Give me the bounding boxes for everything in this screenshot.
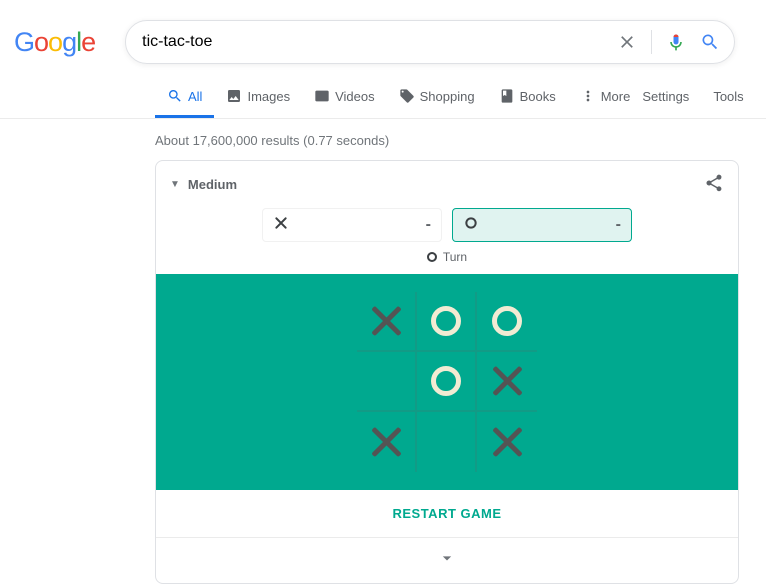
tab-shopping[interactable]: Shopping <box>387 74 487 118</box>
score-value: - <box>426 216 431 234</box>
game-board <box>357 292 537 472</box>
search-bar <box>125 20 735 64</box>
tictactoe-card: ▼ Medium - - Turn <box>155 160 739 584</box>
share-icon[interactable] <box>704 173 724 196</box>
tab-label: Shopping <box>420 89 475 104</box>
board-cell-1-2 <box>477 352 537 412</box>
player-x-score[interactable]: - <box>262 208 442 242</box>
difficulty-selector[interactable]: Medium <box>188 177 237 192</box>
more-icon <box>580 88 596 104</box>
o-mark <box>492 306 522 336</box>
x-mark <box>490 425 524 459</box>
tab-label: All <box>188 89 202 104</box>
game-board-wrap <box>156 274 738 490</box>
search-small-icon <box>167 88 183 104</box>
tools-link[interactable]: Tools <box>713 89 743 104</box>
video-icon <box>314 88 330 104</box>
x-mark-small <box>273 215 289 236</box>
search-tabs: All Images Videos Shopping Books More Se… <box>0 74 766 119</box>
chevron-down-icon: ▼ <box>170 179 180 190</box>
turn-label: Turn <box>443 250 467 264</box>
x-mark <box>369 425 403 459</box>
player-o-score[interactable]: - <box>452 208 632 242</box>
divider <box>651 30 652 54</box>
tab-label: Videos <box>335 89 375 104</box>
chevron-down-icon <box>437 548 457 568</box>
book-icon <box>499 88 515 104</box>
o-mark <box>431 366 461 396</box>
board-cell-0-1 <box>417 292 477 352</box>
expand-card[interactable] <box>156 538 738 583</box>
tag-icon <box>399 88 415 104</box>
result-stats: About 17,600,000 results (0.77 seconds) <box>155 133 740 148</box>
settings-link[interactable]: Settings <box>642 89 689 104</box>
clear-icon[interactable] <box>617 32 637 52</box>
board-cell-1-0[interactable] <box>357 352 417 412</box>
restart-button[interactable]: RESTART GAME <box>156 490 738 538</box>
board-cell-2-2 <box>477 412 537 472</box>
o-mark <box>431 306 461 336</box>
tab-books[interactable]: Books <box>487 74 568 118</box>
o-mark-tiny <box>427 252 437 262</box>
score-value: - <box>616 216 621 234</box>
turn-indicator: Turn <box>156 246 738 274</box>
mic-icon[interactable] <box>666 32 686 52</box>
search-input[interactable] <box>140 32 617 52</box>
tab-label: Books <box>520 89 556 104</box>
board-cell-1-1 <box>417 352 477 412</box>
tab-label: More <box>601 89 631 104</box>
tab-videos[interactable]: Videos <box>302 74 387 118</box>
image-icon <box>226 88 242 104</box>
x-mark <box>490 364 524 398</box>
board-cell-2-0 <box>357 412 417 472</box>
tab-all[interactable]: All <box>155 74 214 118</box>
o-mark-small <box>463 215 479 236</box>
board-cell-2-1[interactable] <box>417 412 477 472</box>
board-cell-0-2 <box>477 292 537 352</box>
google-logo[interactable]: Google <box>14 27 125 58</box>
search-icon[interactable] <box>700 32 720 52</box>
board-cell-0-0 <box>357 292 417 352</box>
tab-images[interactable]: Images <box>214 74 302 118</box>
tab-more[interactable]: More <box>568 74 643 118</box>
x-mark <box>369 304 403 338</box>
tab-label: Images <box>247 89 290 104</box>
